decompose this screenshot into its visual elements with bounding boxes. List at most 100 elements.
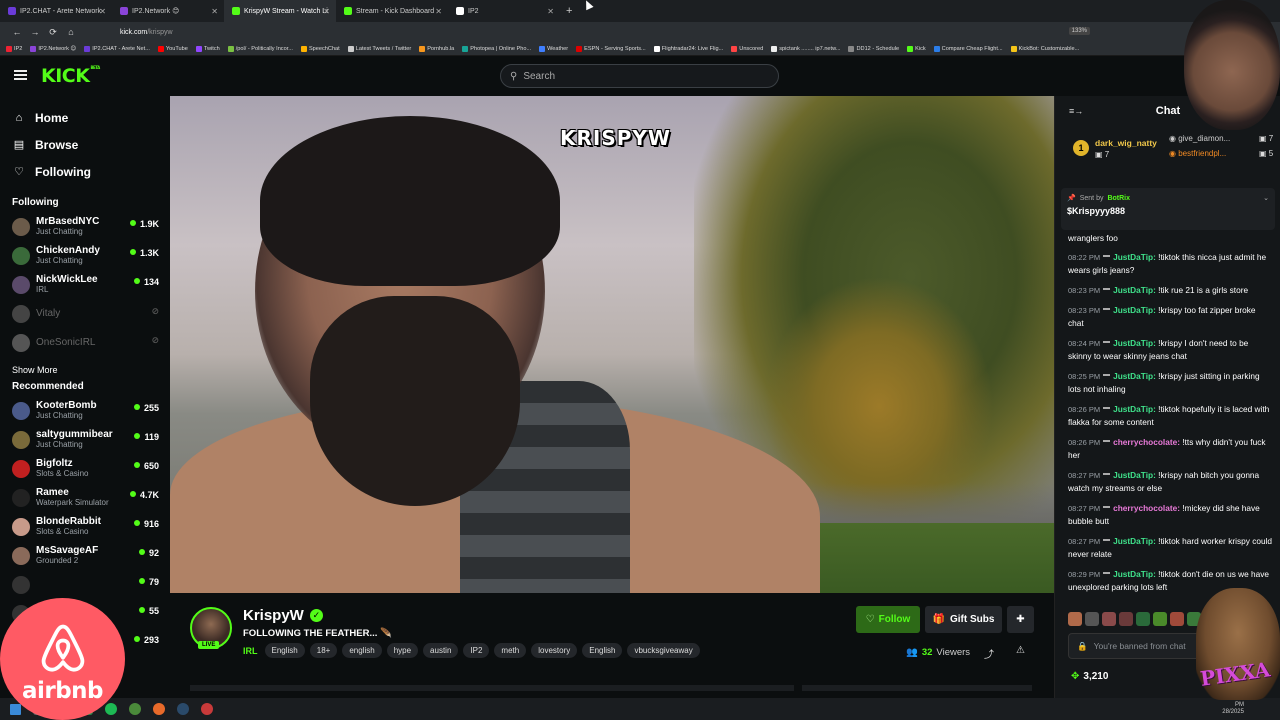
chevron-down-icon[interactable]: ⌄ [1263, 194, 1269, 202]
sidebar-channel[interactable]: BlondeRabbit Slots & Casino 916 [0, 512, 170, 541]
stream-tag[interactable]: english [342, 643, 382, 658]
gift-subs-button[interactable]: 🎁 Gift Subs [925, 606, 1002, 633]
stream-tag[interactable]: meth [494, 643, 527, 658]
close-tab-icon[interactable]: ✕ [435, 7, 442, 16]
stream-tag[interactable]: English [582, 643, 623, 658]
more-options-button[interactable]: ✚ [1007, 606, 1034, 633]
video-player[interactable]: KRISPYW [170, 96, 1054, 593]
emote-icon[interactable] [1136, 612, 1150, 626]
chrome-icon[interactable] [129, 703, 141, 715]
message-username[interactable]: JustDaTip: [1113, 338, 1156, 348]
sidebar-channel[interactable]: 79 [0, 570, 170, 599]
stream-category-link[interactable]: IRL [243, 646, 258, 656]
sidebar-channel[interactable]: Bigfoltz Slots & Casino 650 [0, 454, 170, 483]
close-tab-icon[interactable]: ✕ [323, 7, 330, 16]
sidebar-channel[interactable]: Vitaly ⊘ [0, 299, 170, 328]
close-tab-icon[interactable]: ✕ [99, 7, 106, 16]
zoom-indicator[interactable]: 133% [1068, 27, 1090, 35]
stream-tag[interactable]: IP2 [463, 643, 490, 658]
sidebar-channel[interactable]: KooterBomb Just Chatting 255 [0, 396, 170, 425]
streamer-name[interactable]: KrispyW ✓ [243, 607, 323, 624]
bookmark-item[interactable]: Flightradar24: Live Flig... [653, 45, 723, 52]
bookmark-item[interactable]: Latest Tweets / Twitter [347, 45, 411, 52]
reload-icon[interactable]: ⟳ [44, 27, 62, 38]
bookmark-item[interactable]: SpeechChat [300, 45, 340, 52]
message-username[interactable]: JustDaTip: [1113, 305, 1156, 315]
message-username[interactable]: JustDaTip: [1113, 252, 1156, 262]
bookmark-item[interactable]: Photopea | Online Pho... [462, 45, 531, 52]
spotify-icon[interactable] [105, 703, 117, 715]
follow-button[interactable]: ♡ Follow [856, 606, 920, 633]
message-username[interactable]: JustDaTip: [1113, 536, 1156, 546]
message-username[interactable]: JustDaTip: [1113, 470, 1156, 480]
bookmark-item[interactable]: ESPN - Serving Sports... [576, 45, 646, 52]
show-more-button[interactable]: Show More [0, 365, 170, 375]
forward-icon[interactable]: → [26, 27, 44, 37]
sidebar-channel[interactable]: MrBasedNYC Just Chatting 1.9K [0, 212, 170, 241]
home-icon[interactable]: ⌂ [62, 27, 80, 37]
stream-tag[interactable]: 18+ [309, 643, 338, 658]
sidebar-channel[interactable]: OneSonicIRL ⊘ [0, 328, 170, 357]
emote-icon[interactable] [1170, 612, 1184, 626]
sidebar-channel[interactable]: MsSavageAF Grounded 2 92 [0, 541, 170, 570]
share-icon[interactable]: ⤴ [984, 646, 994, 661]
collapse-chat-icon[interactable]: ≡→ [1069, 106, 1083, 116]
browser-tab[interactable]: IP2.Network 😊 ✕ [112, 0, 224, 22]
windows-start-icon[interactable] [10, 703, 21, 715]
firefox-icon[interactable] [153, 703, 165, 715]
sidebar-channel[interactable]: ChickenAndy Just Chatting 1.3K [0, 241, 170, 270]
message-username[interactable]: JustDaTip: [1113, 285, 1156, 295]
bookmark-item[interactable]: IP2 [6, 45, 22, 52]
app-icon[interactable] [201, 703, 213, 715]
bookmark-item[interactable]: YouTube [157, 45, 188, 52]
search-input[interactable]: ⚲ Search [500, 64, 779, 88]
stream-tag[interactable]: hype [386, 643, 419, 658]
emote-icon[interactable] [1119, 612, 1133, 626]
bookmark-item[interactable]: Weather [539, 45, 568, 52]
sidebar-channel[interactable]: NickWickLee IRL 134 [0, 270, 170, 299]
sidebar-channel[interactable]: saltygummibear Just Chatting 119 [0, 425, 170, 454]
message-username[interactable]: JustDaTip: [1113, 404, 1156, 414]
back-icon[interactable]: ← [8, 27, 26, 37]
bookmark-item[interactable]: Unscored [731, 45, 763, 52]
kick-logo[interactable]: KICKBETA [41, 65, 100, 87]
stream-tag[interactable]: English [264, 643, 305, 658]
nav-browse[interactable]: ▤ Browse [0, 131, 170, 158]
pinned-message[interactable]: 📌 Sent by BotRix ⌄ $Krispyyy888 [1061, 188, 1275, 230]
emote-icon[interactable] [1085, 612, 1099, 626]
emote-icon[interactable] [1153, 612, 1167, 626]
emote-icon[interactable] [1068, 612, 1082, 626]
sidebar-channel[interactable]: Ramee Waterpark Simulator 4.7K [0, 483, 170, 512]
bookmark-item[interactable]: DD12 - Schedule [848, 45, 899, 52]
url-field[interactable]: kick.com/krispyw [120, 29, 173, 36]
browser-tab[interactable]: IP2.CHAT - Arete Network ✕ [0, 0, 112, 22]
stream-tag[interactable]: vbucksgiveaway [627, 643, 700, 658]
bookmark-item[interactable]: Pornhub.la [419, 45, 454, 52]
message-username[interactable]: JustDaTip: [1113, 569, 1156, 579]
bookmark-item[interactable]: Kick [907, 45, 926, 52]
message-username[interactable]: JustDaTip: [1113, 371, 1156, 381]
bookmark-item[interactable]: /pol/ - Politically Incor... [227, 45, 293, 52]
report-icon[interactable]: ⚠ [1016, 645, 1025, 656]
menu-icon[interactable] [14, 70, 27, 80]
browser-tab[interactable]: Stream - Kick Dashboard ✕ [336, 0, 448, 22]
bookmark-item[interactable]: Twitch [195, 45, 220, 52]
bookmark-item[interactable]: IP2.CHAT - Arete Net... [84, 45, 150, 52]
leader-name[interactable]: dark_wig_natty [1095, 138, 1157, 148]
bookmark-item[interactable]: spictank ........ ip7.netw... [771, 45, 840, 52]
browser-tab[interactable]: IP2 ✕ [448, 0, 560, 22]
channel-points[interactable]: ✥ 3,210 [1071, 671, 1108, 682]
message-username[interactable]: cherrychocolate: [1113, 503, 1180, 513]
leader-name[interactable]: ◉ give_diamon... [1169, 134, 1230, 143]
new-tab-button[interactable]: + [566, 5, 572, 17]
browser-tab[interactable]: KrispyW Stream - Watch Li ✕ [224, 0, 336, 22]
emote-icon[interactable] [1102, 612, 1116, 626]
stream-tag[interactable]: austin [423, 643, 459, 658]
nav-following[interactable]: ♡ Following [0, 158, 170, 185]
close-tab-icon[interactable]: ✕ [547, 7, 554, 16]
bookmark-item[interactable]: Compare Cheap Flight... [933, 45, 1003, 52]
close-tab-icon[interactable]: ✕ [211, 7, 218, 16]
bookmark-item[interactable]: KickBot: Customizable... [1010, 45, 1079, 52]
bookmark-item[interactable]: IP2.Network 😊 [30, 45, 76, 52]
stream-tag[interactable]: lovestory [531, 643, 578, 658]
